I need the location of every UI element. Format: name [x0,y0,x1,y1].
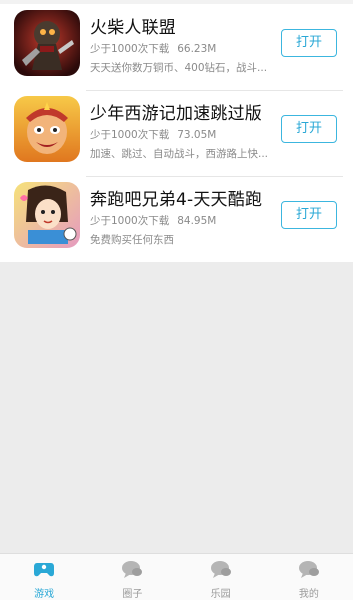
list-item[interactable]: 火柴人联盟 少于1000次下载 66.23M 天天送你数万铜币、400钻石，战斗.… [0,4,353,90]
file-size: 73.05M [177,129,217,141]
list-item[interactable]: 奔跑吧兄弟4-天天酷跑 少于1000次下载 84.95M 免费购买任何东西 打开 [0,176,353,262]
app-description: 免费购买任何东西 [90,234,174,246]
file-size: 66.23M [177,43,217,55]
tab-label: 乐园 [210,589,231,600]
bottom-tab-bar: 游戏 圈子 乐园 我的 [0,553,353,600]
app-description: 加速、跳过、自动战斗，西游路上快... [90,148,269,160]
tab-circle[interactable]: 圈子 [88,554,176,600]
open-button[interactable]: 打开 [281,115,337,143]
chat-bubble-icon [122,561,143,578]
download-count: 少于1000次下载 [90,215,170,227]
app-meta: 少于1000次下载 73.05M [90,127,216,142]
gamepad-icon [34,563,55,577]
app-name[interactable]: 火柴人联盟 [90,13,176,38]
app-name[interactable]: 少年西游记加速跳过版 [90,99,262,124]
app-meta: 少于1000次下载 84.95M [90,213,216,228]
app-icon-stickman[interactable] [14,10,80,76]
app-icon-running-man[interactable] [14,182,80,248]
app-meta: 少于1000次下载 66.23M [90,41,216,56]
file-size: 84.95M [177,215,217,227]
download-count: 少于1000次下载 [90,43,170,55]
app-list: 火柴人联盟 少于1000次下载 66.23M 天天送你数万铜币、400钻石，战斗.… [0,4,353,262]
open-button[interactable]: 打开 [281,29,337,57]
list-item[interactable]: 少年西游记加速跳过版 少于1000次下载 73.05M 加速、跳过、自动战斗，西游… [0,90,353,176]
tab-label: 游戏 [34,589,55,600]
chat-bubble-icon [210,561,231,578]
tab-paradise[interactable]: 乐园 [177,554,265,600]
open-button[interactable]: 打开 [281,201,337,229]
chat-bubble-icon [298,561,319,578]
app-icon-xiyouji[interactable] [14,96,80,162]
tab-label: 我的 [298,589,319,600]
app-description: 天天送你数万铜币、400钻石，战斗... [90,62,268,74]
download-count: 少于1000次下载 [90,129,170,141]
tab-games[interactable]: 游戏 [0,554,88,600]
tab-label: 圈子 [122,589,143,600]
app-name[interactable]: 奔跑吧兄弟4-天天酷跑 [90,185,262,210]
tab-mine[interactable]: 我的 [265,554,353,600]
